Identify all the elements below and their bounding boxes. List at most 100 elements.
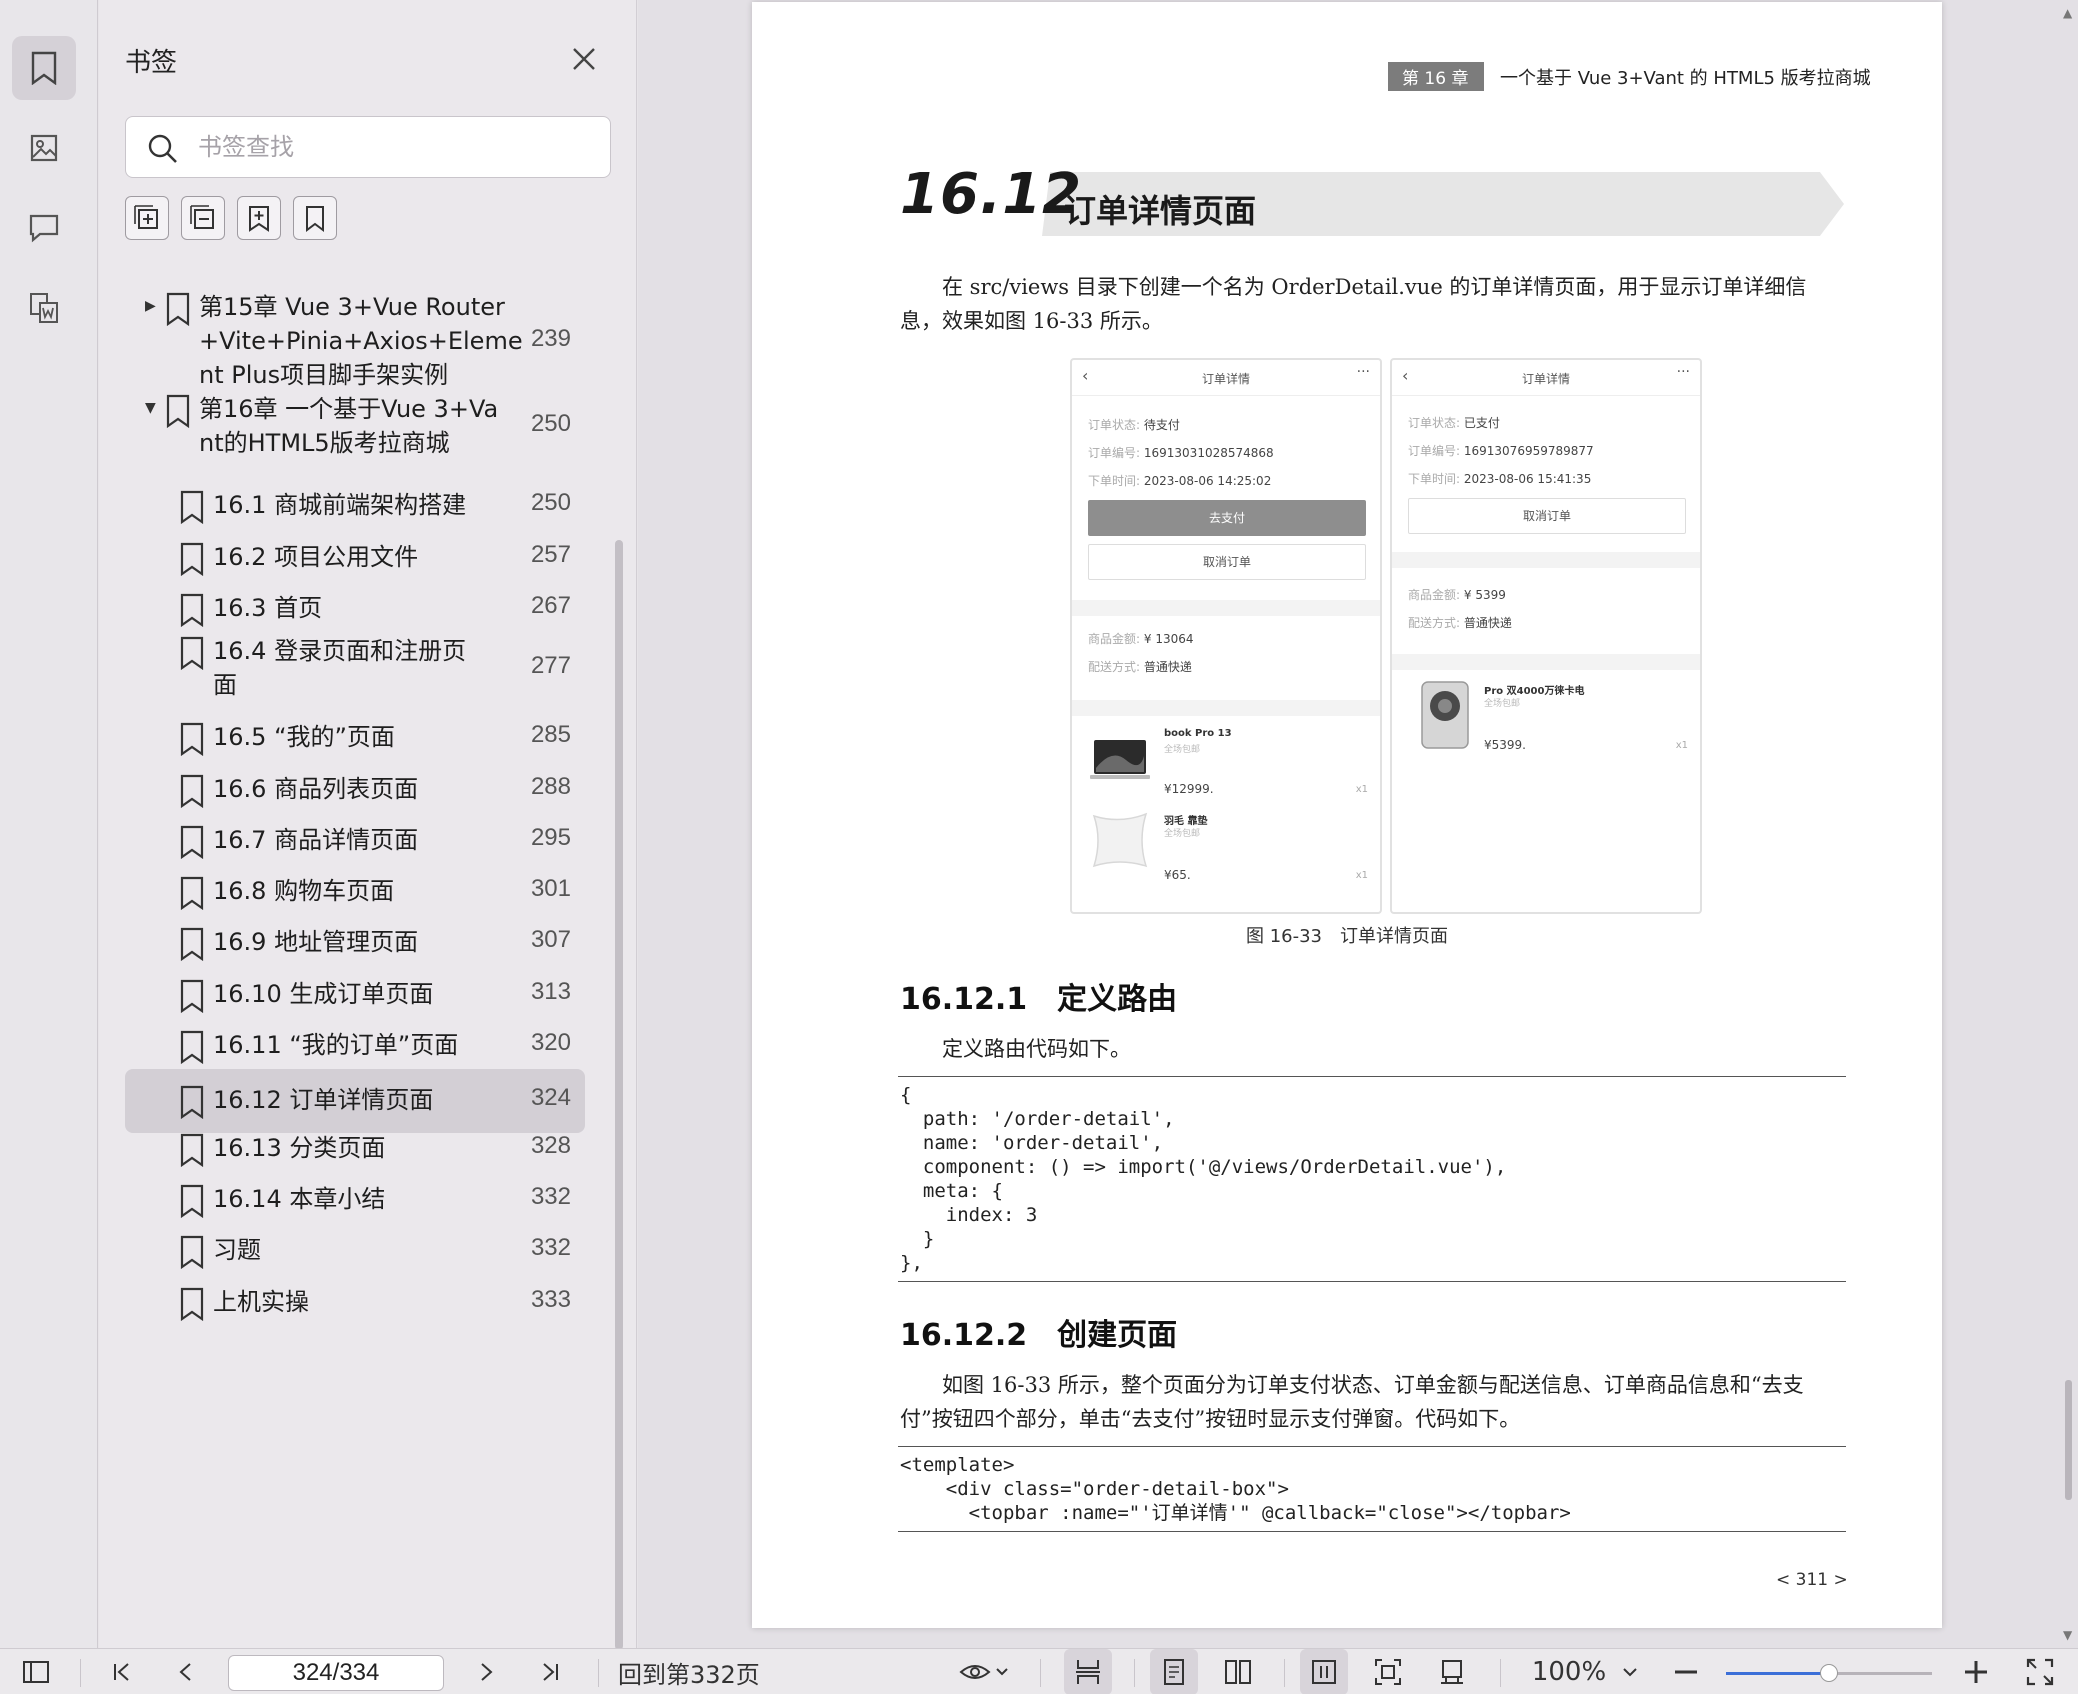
phone-title: 订单详情 xyxy=(1201,372,1250,386)
bookmark-page-number: 250 xyxy=(530,489,571,516)
zoom-slider-fill xyxy=(1726,1672,1829,1675)
pay-button: 去支付 xyxy=(1088,500,1366,536)
bookmark-item[interactable]: 16.13 分类页面 328 xyxy=(125,1123,585,1173)
section-title: 订单详情页面 xyxy=(1064,192,1257,230)
word-convert-icon[interactable] xyxy=(12,276,76,340)
bookmark-item[interactable]: 16.5 “我的”页面 285 xyxy=(125,712,585,762)
bookmark-search[interactable] xyxy=(125,116,611,178)
goods-name: book Pro 13 xyxy=(1164,728,1232,739)
add-bookmark-icon[interactable] xyxy=(237,196,281,240)
bookmark-icon xyxy=(180,1085,204,1119)
section-number: 16.12 xyxy=(900,162,1083,227)
bookmark-icon xyxy=(180,927,204,961)
panel-title: 书签 xyxy=(125,48,178,78)
close-icon[interactable] xyxy=(569,44,599,74)
bookmark-label: 16.9 地址管理页面 xyxy=(213,928,419,956)
goods-name: 羽毛 靠垫 xyxy=(1164,816,1208,827)
last-page-icon[interactable] xyxy=(528,1649,572,1694)
bookmark-icon xyxy=(180,1030,204,1064)
bookmark-item[interactable]: 16.14 本章小结 332 xyxy=(125,1174,585,1224)
zoom-out-icon[interactable] xyxy=(1664,1649,1708,1694)
zoom-slider-handle[interactable] xyxy=(1820,1664,1838,1682)
eye-protection-icon[interactable] xyxy=(952,1649,1016,1694)
bookmark-page-number: 250 xyxy=(530,410,571,437)
fit-width-icon[interactable] xyxy=(1300,1649,1348,1694)
goods-qty: x1 xyxy=(1355,784,1368,795)
scroll-down-arrow-icon[interactable]: ▼ xyxy=(2063,1628,2072,1642)
more-icon: ··· xyxy=(1676,364,1690,380)
bookmark-icon xyxy=(180,1133,204,1167)
previous-page-icon[interactable] xyxy=(164,1649,208,1694)
goods-price: ¥12999. xyxy=(1164,782,1214,796)
fullscreen-icon[interactable] xyxy=(2018,1649,2062,1694)
cancel-order-button: 取消订单 xyxy=(1088,544,1366,580)
goods-price: ¥5399. xyxy=(1484,738,1526,752)
bookmark-page-number: 288 xyxy=(530,773,571,800)
collapse-all-icon[interactable] xyxy=(181,196,225,240)
zoom-in-icon[interactable] xyxy=(1954,1649,1998,1694)
zoom-slider[interactable] xyxy=(1726,1664,1932,1682)
expand-arrow-icon[interactable]: ▶ xyxy=(145,298,156,314)
page-number-input[interactable]: 324/334 xyxy=(228,1655,444,1691)
panel-scrollbar[interactable] xyxy=(615,540,623,1650)
image-icon[interactable] xyxy=(12,116,76,180)
bookmark-page-number: 301 xyxy=(530,875,571,902)
figure-16-33: ‹ 订单详情 ··· 订单状态: 待支付 订单编号: 1691303102857… xyxy=(1070,358,1704,914)
order-number: 订单编号: 16913031028574868 xyxy=(1088,446,1274,460)
bookmark-page-number: 332 xyxy=(530,1234,571,1261)
chapter-tag: 第 16 章 xyxy=(1388,62,1485,91)
bookmark-icon xyxy=(180,593,204,627)
bottom-toolbar: 324/334 回到第332页 100% xyxy=(0,1648,2078,1694)
route-paragraph: 定义路由代码如下。 xyxy=(942,1037,1131,1061)
bookmark-item[interactable]: 16.11 “我的订单”页面 320 xyxy=(125,1020,585,1070)
bookmark-item[interactable]: 16.4 登录页面和注册页面 277 xyxy=(125,635,585,701)
bookmark-icon xyxy=(180,636,204,670)
bookmark-item[interactable]: ▶ 第15章 Vue 3+Vue Router +Vite+Pinia+Axios+… xyxy=(125,292,585,389)
search-input[interactable] xyxy=(198,127,598,167)
single-page-icon[interactable] xyxy=(1150,1649,1198,1694)
actual-size-icon[interactable] xyxy=(1428,1649,1476,1694)
expand-all-icon[interactable] xyxy=(125,196,169,240)
toggle-sidebar-icon[interactable] xyxy=(14,1649,58,1694)
two-page-icon[interactable] xyxy=(1214,1649,1262,1694)
first-page-icon[interactable] xyxy=(100,1649,144,1694)
collapse-arrow-icon[interactable]: ▼ xyxy=(145,400,156,416)
phone-topbar: ‹ 订单详情 ··· xyxy=(1392,360,1700,396)
subsection-heading: 16.12.2 创建页面 xyxy=(900,1318,1178,1353)
document-scrollbar[interactable] xyxy=(2065,1380,2072,1500)
back-to-page-link[interactable]: 回到第332页 xyxy=(618,1649,788,1694)
bookmark-page-number: 307 xyxy=(530,926,571,953)
bookmark-page-number: 324 xyxy=(530,1084,571,1111)
next-page-icon[interactable] xyxy=(464,1649,508,1694)
bookmark-item[interactable]: 16.9 地址管理页面 307 xyxy=(125,917,585,967)
shipping-method: 配送方式: 普通快递 xyxy=(1088,660,1192,674)
bookmark-item[interactable]: 16.10 生成订单页面 313 xyxy=(125,969,585,1019)
subsection-heading: 16.12.1 定义路由 xyxy=(900,982,1178,1017)
bookmark-page-number: 332 xyxy=(530,1183,571,1210)
goods-tag: 全场包邮 xyxy=(1164,829,1201,839)
bookmark-item[interactable]: ▼ 第16章 一个基于Vue 3+Va nt的HTML5版考拉商城 250 xyxy=(125,394,585,462)
code-block-template: <template> <div class="order-detail-box"… xyxy=(898,1446,1846,1532)
goods-amount: 商品金额: ¥ 5399 xyxy=(1408,588,1506,602)
bookmark-icon[interactable] xyxy=(293,196,337,240)
bookmark-item[interactable]: 16.8 购物车页面 301 xyxy=(125,866,585,916)
comment-icon[interactable] xyxy=(12,196,76,260)
bookmark-item[interactable]: 16.1 商城前端架构搭建 250 xyxy=(125,480,585,530)
bookmark-item[interactable]: 16.2 项目公用文件 257 xyxy=(125,532,585,582)
bookmark-item[interactable]: 16.7 商品详情页面 295 xyxy=(125,815,585,865)
scroll-mode-icon[interactable] xyxy=(1064,1649,1112,1694)
fit-page-icon[interactable] xyxy=(1364,1649,1412,1694)
bookmark-icon[interactable] xyxy=(12,36,76,100)
bookmark-page-number: 320 xyxy=(530,1029,571,1056)
scroll-up-arrow-icon[interactable]: ▲ xyxy=(2063,6,2072,20)
bookmark-item[interactable]: 16.3 首页 267 xyxy=(125,583,585,633)
bookmark-item[interactable]: 上机实操 333 xyxy=(125,1277,585,1327)
zoom-select[interactable]: 100% xyxy=(1520,1649,1650,1694)
bookmark-page-number: 295 xyxy=(530,824,571,851)
bookmark-label: 16.4 登录页面和注册页面 xyxy=(213,637,467,699)
goods-qty: x1 xyxy=(1675,740,1688,751)
phone-screen-paid: ‹ 订单详情 ··· 订单状态: 已支付 订单编号: 1691307695978… xyxy=(1390,358,1702,914)
bookmark-page-number: 267 xyxy=(530,592,571,619)
bookmark-item[interactable]: 习题 332 xyxy=(125,1225,585,1275)
bookmark-item[interactable]: 16.6 商品列表页面 288 xyxy=(125,764,585,814)
